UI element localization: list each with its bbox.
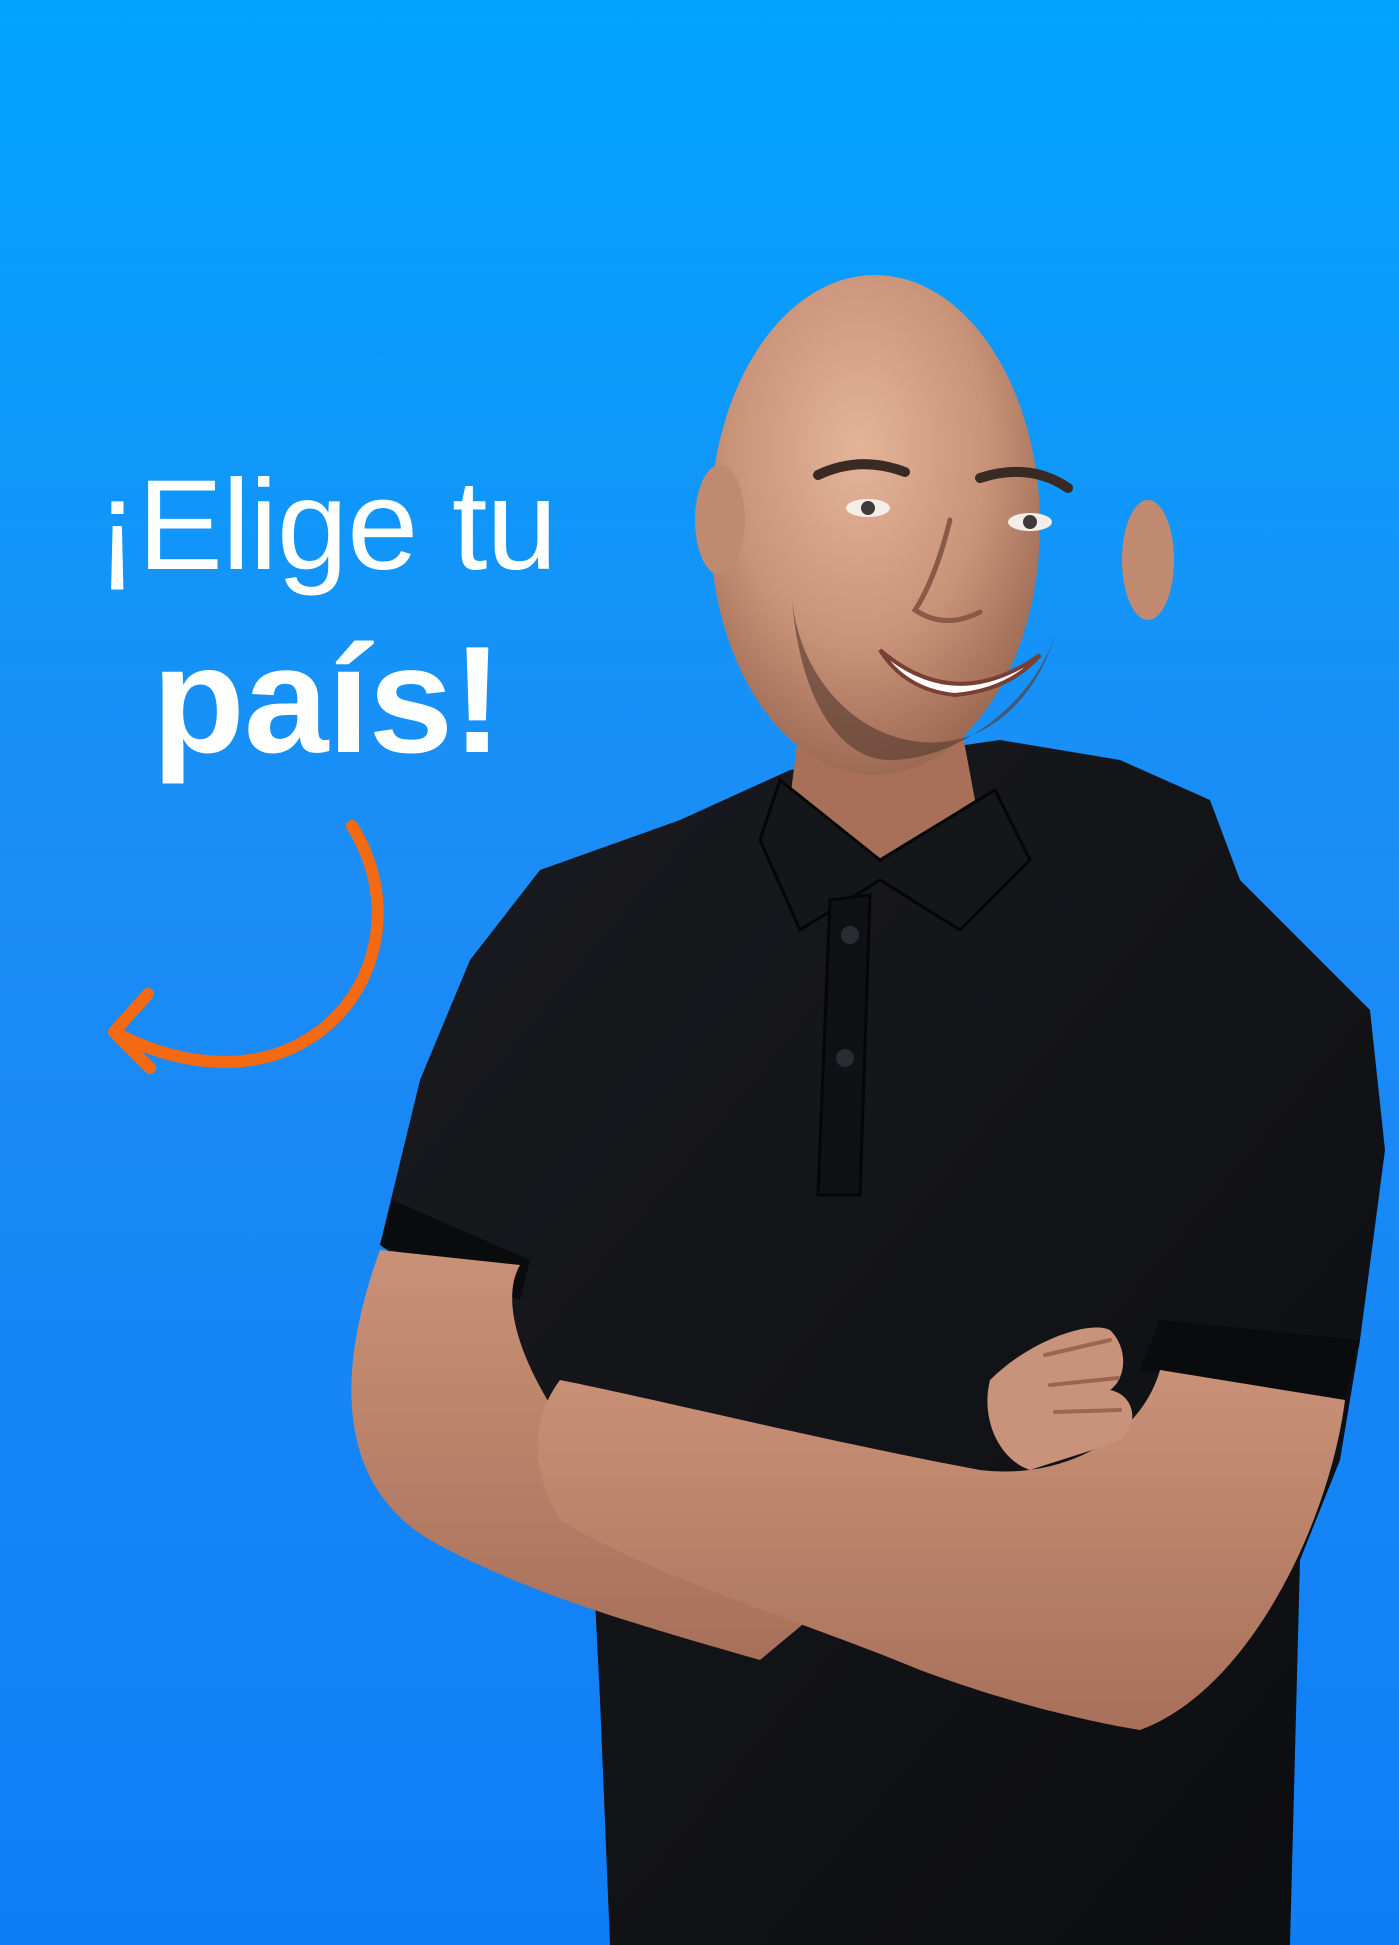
promo-banner: ¡Elige tu país!	[0, 0, 1399, 1945]
man-portrait-photo	[351, 275, 1385, 1945]
